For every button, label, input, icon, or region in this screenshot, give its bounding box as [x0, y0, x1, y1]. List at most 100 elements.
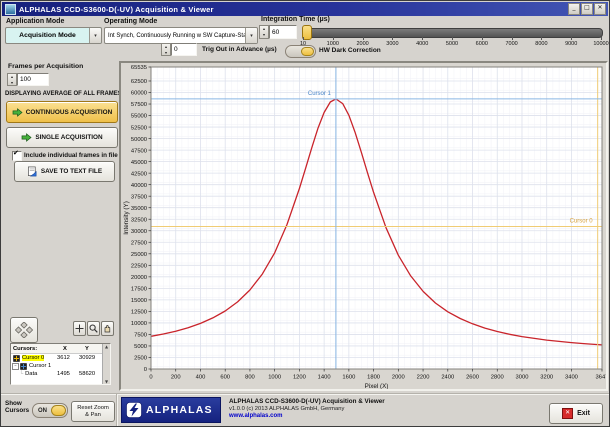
application-mode-select[interactable]: Acquisition Mode ▾: [5, 27, 102, 44]
y-tick-label: 12500: [131, 310, 147, 316]
footer-website-link[interactable]: www.alphalas.com: [229, 413, 282, 419]
frames-per-acquisition-label: Frames per Acquisition: [8, 63, 83, 70]
toggle-knob: [51, 405, 66, 416]
maximize-icon: □: [584, 4, 590, 11]
x-tick-label: 1800: [367, 375, 380, 381]
y-tick-label: 22500: [131, 264, 147, 270]
trig-out-spinner[interactable]: ▴ ▾ 0: [161, 43, 197, 56]
window-title: ALPHALAS CCD-S3600-D(-UV) Acquisition & …: [19, 5, 567, 14]
trig-out-label: Trig Out in Advance (µs): [202, 46, 277, 53]
footer-app-title: ALPHALAS CCD-S3600-D(-UV) Acquisition & …: [229, 398, 385, 405]
x-tick-label: 0: [149, 375, 152, 381]
exit-x-icon: ✕: [562, 408, 573, 419]
close-button[interactable]: ✕: [594, 3, 606, 15]
show-cursors-toggle[interactable]: ON: [32, 403, 68, 418]
cursor-legend-header-y: Y: [85, 346, 89, 352]
integration-time-spinner[interactable]: ▴ ▾ 60: [259, 25, 297, 39]
continuous-acquisition-button[interactable]: CONTINUOUS ACQUISITION: [6, 101, 118, 123]
tree-branch-line: └: [19, 371, 23, 377]
x-tick-label: 3400: [565, 375, 578, 381]
cursor-legend-row[interactable]: Cursor 0361230929: [11, 354, 110, 362]
x-tick-label: 3647: [596, 375, 606, 381]
continuous-acquisition-label: CONTINUOUS ACQUISITION: [26, 109, 112, 116]
footer-divider: [1, 393, 610, 394]
frames-spin-buttons[interactable]: ▴ ▾: [7, 73, 17, 86]
trig-out-value[interactable]: 0: [171, 43, 197, 56]
title-bar[interactable]: ALPHALAS CCD-S3600-D(-UV) Acquisition & …: [2, 2, 608, 16]
cursor-legend[interactable]: Cursors: X Y Cursor 0361230929− Cursor 1…: [10, 343, 111, 385]
x-tick-label: 200: [171, 375, 181, 381]
cursor-y-value: 30929: [79, 355, 103, 361]
intensity-plot[interactable]: Cursor 0Cursor 1020040060080010001200140…: [121, 63, 606, 389]
spin-down-icon: ▾: [8, 80, 16, 86]
trig-out-spin-buttons[interactable]: ▴ ▾: [161, 43, 171, 56]
exit-button[interactable]: ✕ Exit: [549, 403, 603, 424]
integration-time-slider[interactable]: 1010002000300040005000600070008000900010…: [299, 19, 605, 49]
pan-diamond-button[interactable]: [10, 317, 38, 343]
slider-tick-label: 8000: [529, 41, 553, 47]
application-mode-dropdown-button[interactable]: ▾: [89, 28, 101, 43]
app-window: ALPHALAS CCD-S3600-D(-UV) Acquisition & …: [0, 0, 610, 427]
slider-tick: [303, 37, 304, 40]
y-tick-label: 62500: [131, 79, 147, 85]
x-tick-label: 600: [220, 375, 230, 381]
cursor-crosshair-icon: [13, 355, 20, 362]
cursor-tool-button[interactable]: [73, 321, 86, 336]
cursor-legend-header-name: Cursors:: [13, 346, 37, 352]
cursor-name: Data: [25, 371, 37, 377]
minimize-button[interactable]: _: [568, 3, 580, 15]
operating-mode-select[interactable]: Int Synch, Continuously Running w SW Cap…: [104, 27, 258, 44]
frames-per-acquisition-spinner[interactable]: ▴ ▾ 100: [7, 73, 49, 86]
cursor-0-label: Cursor 0: [570, 218, 594, 224]
cursor-1-label: Cursor 1: [308, 91, 332, 97]
chevron-down-icon: ▾: [94, 33, 97, 39]
green-arrow-icon: [21, 133, 32, 142]
slider-tick-label: 5000: [440, 41, 464, 47]
y-tick-label: 30000: [131, 229, 147, 235]
y-tick-label: 55000: [131, 114, 147, 120]
toggle-knob: [301, 47, 314, 56]
slider-tick: [571, 37, 572, 40]
close-icon: ✕: [597, 4, 602, 11]
cursor-legend-scrollbar[interactable]: ▲ ▼: [102, 344, 110, 384]
cursor-legend-header-x: X: [63, 346, 67, 352]
single-acquisition-button[interactable]: SINGLE ACQUISITION: [6, 127, 118, 148]
y-tick-label: 45000: [131, 160, 147, 166]
include-frames-label: Include individual frames in file: [24, 152, 118, 159]
magnifier-icon: [89, 324, 98, 333]
cursor-legend-row[interactable]: − Cursor 1: [11, 362, 110, 370]
slider-tick: [392, 37, 393, 40]
cursor-legend-row[interactable]: └Data149558620: [11, 370, 110, 378]
y-tick-label: 25000: [131, 252, 147, 258]
y-tick-label: 65535: [131, 65, 147, 71]
y-tick-label: 47500: [131, 148, 147, 154]
y-tick-label: 7500: [134, 333, 147, 339]
integration-time-value[interactable]: 60: [269, 25, 297, 39]
scroll-down-icon: ▼: [105, 379, 108, 384]
alphalas-logo-text: ALPHALAS: [146, 404, 213, 416]
reset-zoom-pan-button[interactable]: Reset Zoom & Pan: [71, 401, 115, 422]
y-tick-label: 15000: [131, 298, 147, 304]
hw-dark-correction-toggle[interactable]: [285, 45, 316, 58]
cursor-x-value: 3612: [57, 355, 79, 361]
pan-tool-button[interactable]: [101, 321, 114, 336]
x-tick-label: 3000: [516, 375, 529, 381]
y-tick-label: 32500: [131, 217, 147, 223]
frames-per-acquisition-value[interactable]: 100: [17, 73, 49, 86]
application-mode-label: Application Mode: [6, 18, 64, 25]
save-to-text-file-button[interactable]: SAVE TO TEXT FILE: [14, 161, 115, 182]
save-file-icon: [27, 166, 38, 177]
zoom-tool-button[interactable]: [87, 321, 100, 336]
operating-mode-dropdown-button[interactable]: ▾: [245, 28, 257, 43]
include-frames-checkbox[interactable]: ✔: [12, 151, 22, 161]
slider-tick: [601, 37, 602, 40]
maximize-button[interactable]: □: [581, 3, 593, 15]
x-tick-label: 800: [245, 375, 255, 381]
tree-collapse-icon[interactable]: −: [12, 363, 19, 370]
integration-time-spin-buttons[interactable]: ▴ ▾: [259, 25, 269, 39]
crosshair-icon: [75, 324, 84, 333]
cursor-x-value: 1495: [57, 371, 79, 377]
footer-version: v1.0.0 (c) 2013 ALPHALAS GmbH, Germany: [229, 406, 344, 412]
slider-tick: [512, 37, 513, 40]
y-tick-label: 17500: [131, 287, 147, 293]
